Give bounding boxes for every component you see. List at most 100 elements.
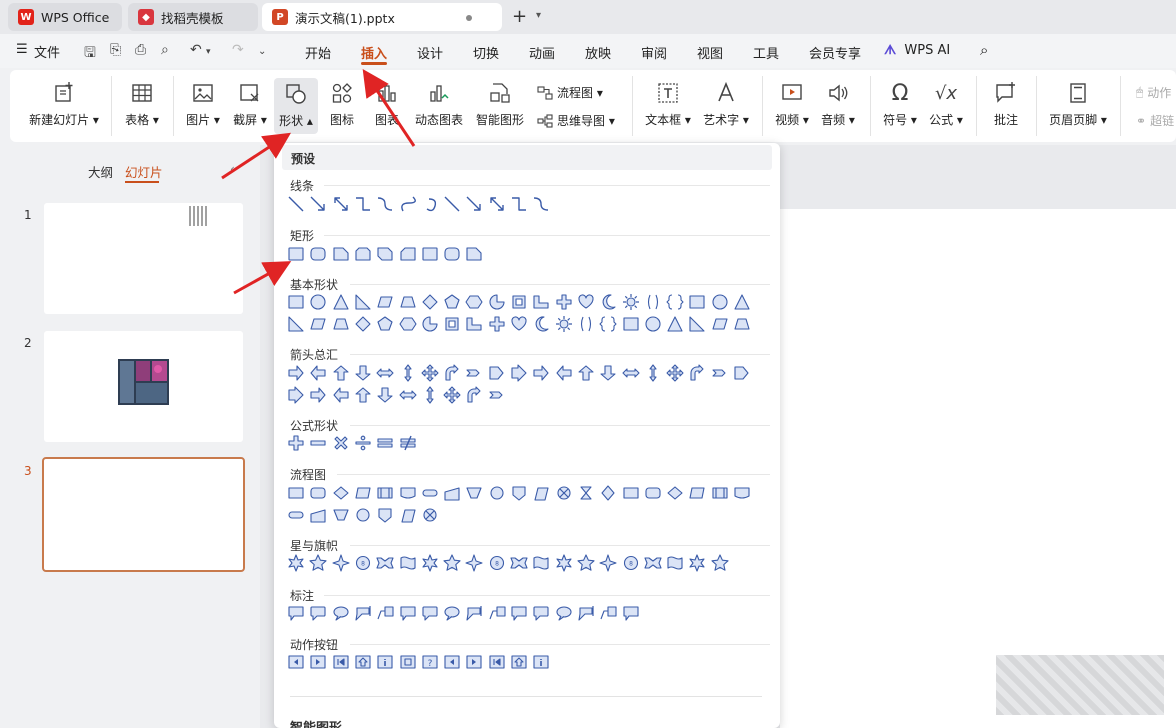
symbol-button[interactable]: Ω 符号 ▾ <box>878 70 922 142</box>
action-shape-item[interactable] <box>465 653 483 671</box>
arrow-shape-item[interactable] <box>711 364 729 382</box>
basic-shape-item[interactable] <box>599 293 617 311</box>
line-shape-item[interactable] <box>309 195 327 213</box>
flow-shape-item[interactable] <box>555 484 573 502</box>
picture-button[interactable]: 图片 ▾ <box>182 70 224 142</box>
arrow-shape-item[interactable] <box>309 386 327 404</box>
flow-shape-item[interactable] <box>332 484 350 502</box>
rect-shape-item[interactable] <box>465 245 483 263</box>
arrow-shape-item[interactable] <box>332 386 350 404</box>
textbox-button[interactable]: 文本框 ▾ <box>642 70 694 142</box>
arrow-shape-item[interactable] <box>287 364 305 382</box>
basic-shape-item[interactable] <box>465 293 483 311</box>
flow-shape-item[interactable] <box>510 484 528 502</box>
flow-shape-item[interactable] <box>354 484 372 502</box>
line-shape-item[interactable] <box>287 195 305 213</box>
export-icon[interactable]: ⎘ <box>110 42 121 58</box>
basic-shape-item[interactable] <box>376 315 394 333</box>
star-shape-item[interactable] <box>443 554 461 572</box>
rect-shape-item[interactable] <box>443 245 461 263</box>
basic-shape-item[interactable] <box>644 315 662 333</box>
arrow-shape-item[interactable] <box>376 364 394 382</box>
search-icon[interactable]: ⌕ <box>980 41 988 59</box>
arrow-shape-item[interactable] <box>555 364 573 382</box>
flow-shape-item[interactable] <box>309 506 327 524</box>
star-shape-item[interactable] <box>577 554 595 572</box>
undo-icon[interactable]: ↶ <box>190 42 202 58</box>
flow-shape-item[interactable] <box>309 484 327 502</box>
flow-shape-item[interactable] <box>376 506 394 524</box>
star-shape-item[interactable] <box>399 554 417 572</box>
arrow-shape-item[interactable] <box>733 364 751 382</box>
arrow-shape-item[interactable] <box>421 386 439 404</box>
star-shape-item[interactable]: 8 <box>354 554 372 572</box>
basic-shape-item[interactable] <box>421 293 439 311</box>
basic-shape-item[interactable] <box>309 293 327 311</box>
action-shape-item[interactable] <box>443 653 461 671</box>
table-button[interactable]: 表格 ▾ <box>120 70 164 142</box>
star-shape-item[interactable] <box>666 554 684 572</box>
flow-shape-item[interactable] <box>287 484 305 502</box>
basic-shape-item[interactable] <box>332 315 350 333</box>
call-shape-item[interactable] <box>332 604 350 622</box>
flow-shape-item[interactable] <box>688 484 706 502</box>
rect-shape-item[interactable] <box>287 245 305 263</box>
star-shape-item[interactable]: 8 <box>488 554 506 572</box>
arrow-shape-item[interactable] <box>488 364 506 382</box>
more-chevron-icon[interactable]: ⌄ <box>258 46 266 57</box>
flow-shape-item[interactable] <box>532 484 550 502</box>
action-shape-item[interactable] <box>287 653 305 671</box>
call-shape-item[interactable] <box>309 604 327 622</box>
basic-shape-item[interactable] <box>555 315 573 333</box>
call-shape-item[interactable] <box>577 604 595 622</box>
formula-shape-item[interactable] <box>354 434 372 452</box>
rect-shape-item[interactable] <box>354 245 372 263</box>
tab-slideshow[interactable]: 放映 <box>585 43 611 62</box>
redo-icon[interactable]: ↷ <box>232 42 244 58</box>
call-shape-item[interactable] <box>421 604 439 622</box>
wordart-button[interactable]: 艺术字 ▾ <box>700 70 752 142</box>
flow-shape-item[interactable] <box>711 484 729 502</box>
basic-shape-item[interactable] <box>354 293 372 311</box>
basic-shape-item[interactable] <box>443 315 461 333</box>
line-shape-item[interactable] <box>399 195 417 213</box>
header-footer-button[interactable]: 页眉页脚 ▾ <box>1046 70 1110 142</box>
line-shape-item[interactable] <box>510 195 528 213</box>
flow-shape-item[interactable] <box>354 506 372 524</box>
star-shape-item[interactable] <box>644 554 662 572</box>
basic-shape-item[interactable] <box>287 293 305 311</box>
basic-shape-item[interactable] <box>733 315 751 333</box>
call-shape-item[interactable] <box>376 604 394 622</box>
formula-button[interactable]: √x 公式 ▾ <box>924 70 968 142</box>
basic-shape-item[interactable] <box>599 315 617 333</box>
tab-animation[interactable]: 动画 <box>529 43 555 62</box>
action-shape-item[interactable] <box>532 653 550 671</box>
arrow-shape-item[interactable] <box>599 364 617 382</box>
basic-shape-item[interactable] <box>688 293 706 311</box>
call-shape-item[interactable] <box>488 604 506 622</box>
flow-shape-item[interactable] <box>443 484 461 502</box>
arrow-shape-item[interactable] <box>376 386 394 404</box>
rect-shape-item[interactable] <box>421 245 439 263</box>
arrow-shape-item[interactable] <box>510 364 528 382</box>
arrow-shape-item[interactable] <box>443 364 461 382</box>
tab-tools[interactable]: 工具 <box>753 43 779 62</box>
formula-shape-item[interactable] <box>376 434 394 452</box>
call-shape-item[interactable] <box>465 604 483 622</box>
call-shape-item[interactable] <box>532 604 550 622</box>
arrow-shape-item[interactable] <box>465 364 483 382</box>
slide-thumbnail-1[interactable] <box>44 203 243 314</box>
basic-shape-item[interactable] <box>644 293 662 311</box>
dynamic-chart-button[interactable]: 动态图表 <box>412 70 466 142</box>
basic-shape-item[interactable] <box>622 293 640 311</box>
action-shape-item[interactable] <box>399 653 417 671</box>
arrow-shape-item[interactable] <box>488 386 506 404</box>
line-shape-item[interactable] <box>354 195 372 213</box>
basic-shape-item[interactable] <box>332 293 350 311</box>
slide-thumbnail-3[interactable] <box>42 457 245 572</box>
basic-shape-item[interactable] <box>688 315 706 333</box>
shape-button[interactable]: 形状 ▴ <box>274 78 318 134</box>
line-shape-item[interactable] <box>532 195 550 213</box>
slides-tab[interactable]: 幻灯片 <box>125 162 163 181</box>
collapse-panel-icon[interactable]: ‹ <box>230 162 235 176</box>
